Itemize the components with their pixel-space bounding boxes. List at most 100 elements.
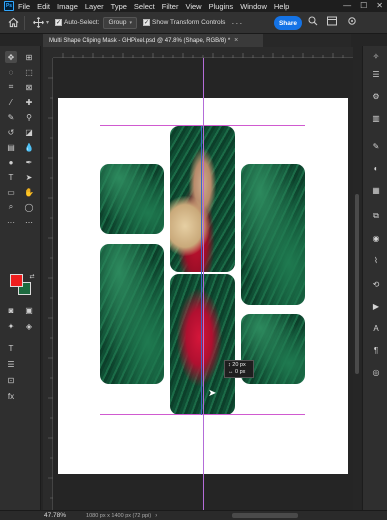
menu-file[interactable]: File <box>18 2 30 11</box>
minimize-icon[interactable]: — <box>343 1 351 10</box>
eyedropper-icon[interactable]: ⁄ <box>5 96 17 108</box>
ai-icon[interactable]: ✧ <box>370 50 382 62</box>
paragraph-icon[interactable]: ¶ <box>370 344 382 356</box>
close-tab-icon[interactable]: × <box>234 37 238 44</box>
show-transform-option[interactable]: ✓ Show Transform Controls <box>143 19 225 26</box>
document-canvas[interactable]: ↕ 20 px ↔ 0 px ➤ <box>58 58 348 510</box>
maximize-icon[interactable]: ☐ <box>360 1 367 10</box>
auto-select-label: Auto-Select: <box>64 19 100 26</box>
channels-icon[interactable]: ◉ <box>370 232 382 244</box>
blur-icon[interactable]: 💧 <box>23 141 35 153</box>
menu-window[interactable]: Window <box>240 2 267 11</box>
search-icon[interactable] <box>308 16 318 28</box>
home-icon[interactable] <box>6 16 20 30</box>
menu-filter[interactable]: Filter <box>162 2 179 11</box>
ruler-corner <box>43 47 53 58</box>
auto-select-option[interactable]: ✓ Auto-Select: <box>55 19 99 26</box>
content-aware-icon[interactable]: ◈ <box>23 320 35 332</box>
move-icon[interactable]: ✥ <box>5 51 17 63</box>
swap-colors-icon[interactable]: ⇄ <box>26 270 38 282</box>
healing-icon[interactable]: ✚ <box>23 96 35 108</box>
type-icon[interactable]: T <box>5 171 17 183</box>
properties-icon[interactable]: ☰ <box>370 68 382 80</box>
vertical-scrollbar[interactable] <box>353 60 361 510</box>
vertical-scrollbar-thumb[interactable] <box>355 194 359 374</box>
cloud-settings-icon[interactable] <box>347 16 357 28</box>
more-options-icon[interactable]: ··· <box>231 18 243 28</box>
menu-layer[interactable]: Layer <box>85 2 104 11</box>
menu-edit[interactable]: Edit <box>37 2 50 11</box>
document-tab-bar: Multi Shape Cliping Mask - GHPixel.psd @… <box>43 34 351 47</box>
chevron-right-icon[interactable]: › <box>155 513 157 519</box>
artboard-icon[interactable]: ⊞ <box>23 51 35 63</box>
auto-select-target-value: Group <box>108 19 127 26</box>
gradient-icon[interactable]: ▤ <box>5 141 17 153</box>
photoshop-logo[interactable]: Ps <box>4 1 14 11</box>
character-icon[interactable]: A <box>370 322 382 334</box>
adjustments-icon[interactable]: ⚙ <box>370 90 382 102</box>
menu-plugins[interactable]: Plugins <box>209 2 234 11</box>
hand-icon[interactable]: ✋ <box>23 186 35 198</box>
foreground-color-swatch[interactable] <box>10 274 23 287</box>
object-select-icon[interactable]: ⬚ <box>23 66 35 78</box>
lasso-icon[interactable]: ◌ <box>5 66 17 78</box>
workspace-icon[interactable] <box>327 16 337 28</box>
layer-style-icon[interactable]: fx <box>5 390 17 402</box>
brushes-icon[interactable]: ✎ <box>370 140 382 152</box>
document-tab[interactable]: Multi Shape Cliping Mask - GHPixel.psd @… <box>43 34 263 47</box>
chevron-down-icon[interactable]: ▾ <box>46 19 49 26</box>
menu-select[interactable]: Select <box>134 2 155 11</box>
menu-image[interactable]: Image <box>57 2 78 11</box>
measurement-line-1: ↕ 20 px <box>228 362 246 368</box>
shape-panel-top-right[interactable] <box>241 164 305 305</box>
path-select-icon[interactable]: ➤ <box>23 171 35 183</box>
more-tools-icon[interactable]: ··· <box>5 216 17 228</box>
close-icon[interactable]: ✕ <box>376 1 383 10</box>
crop-icon[interactable]: ⌗ <box>5 81 17 93</box>
generative-fill-icon[interactable]: ✦ <box>5 320 17 332</box>
pen-icon[interactable]: ✒ <box>23 156 35 168</box>
quick-mask-icon[interactable]: ◙ <box>5 304 17 316</box>
eraser-icon[interactable]: ◪ <box>23 126 35 138</box>
divider <box>24 15 25 30</box>
color-icon[interactable]: ◐ <box>370 162 382 174</box>
zoom-level[interactable]: 47.78% <box>44 512 66 519</box>
ruler-horizontal[interactable] <box>53 47 353 58</box>
history-brush-icon[interactable]: ↺ <box>5 126 17 138</box>
paths-icon[interactable]: ⌇ <box>370 254 382 266</box>
libraries-icon[interactable]: ▥ <box>370 112 382 124</box>
document-tab-title: Multi Shape Cliping Mask - GHPixel.psd @… <box>49 37 231 44</box>
menu-help[interactable]: Help <box>274 2 289 11</box>
auto-select-target-dropdown[interactable]: Group ▾ <box>103 16 138 29</box>
auto-select-checkbox[interactable]: ✓ <box>55 19 63 26</box>
menu-type[interactable]: Type <box>111 2 127 11</box>
layers-icon[interactable]: ⧉ <box>370 210 382 222</box>
show-transform-checkbox[interactable]: ✓ <box>143 19 151 26</box>
document-info[interactable]: 1080 px x 1400 px (72 ppi) <box>86 513 151 519</box>
dodge-icon[interactable]: ● <box>5 156 17 168</box>
menu-view[interactable]: View <box>185 2 201 11</box>
edit-toolbar-icon[interactable]: ⋯ <box>23 216 35 228</box>
history-icon[interactable]: ⟲ <box>370 278 382 290</box>
move-tool-icon[interactable] <box>31 16 45 30</box>
ruler-vertical[interactable] <box>43 58 53 510</box>
canvas-area[interactable]: ↕ 20 px ↔ 0 px ➤ <box>53 58 353 510</box>
frame-icon[interactable]: ⊠ <box>23 81 35 93</box>
screen-mode-icon[interactable]: ▣ <box>23 304 35 316</box>
transform-icon[interactable]: ⊡ <box>5 374 17 386</box>
brush-icon[interactable]: ✎ <box>5 111 17 123</box>
glyphs-icon[interactable]: ◎ <box>370 366 382 378</box>
tools-panel: ✥ ⊞ ◌ ⬚ ⌗ ⊠ ⁄ ✚ ✎ ⚲ ↺ ◪ ▤ 💧 ● ✒ T ➤ ▭ ✋ … <box>0 46 41 510</box>
align-icon[interactable]: ☰ <box>5 358 17 370</box>
shape-panel-top-left[interactable] <box>100 164 164 234</box>
actions-icon[interactable]: ▶ <box>370 300 382 312</box>
swatches-icon[interactable]: ▦ <box>370 184 382 196</box>
shape-panel-middle-left[interactable] <box>100 244 164 384</box>
share-button[interactable]: Share <box>274 16 302 30</box>
zoom-icon[interactable]: ⌕ <box>5 201 17 213</box>
type-tool-icon[interactable]: T <box>5 342 17 354</box>
horizontal-scrollbar-thumb[interactable] <box>232 513 298 518</box>
clone-stamp-icon[interactable]: ⚲ <box>23 111 35 123</box>
ellipse-icon[interactable]: ◯ <box>23 201 35 213</box>
rectangle-icon[interactable]: ▭ <box>5 186 17 198</box>
